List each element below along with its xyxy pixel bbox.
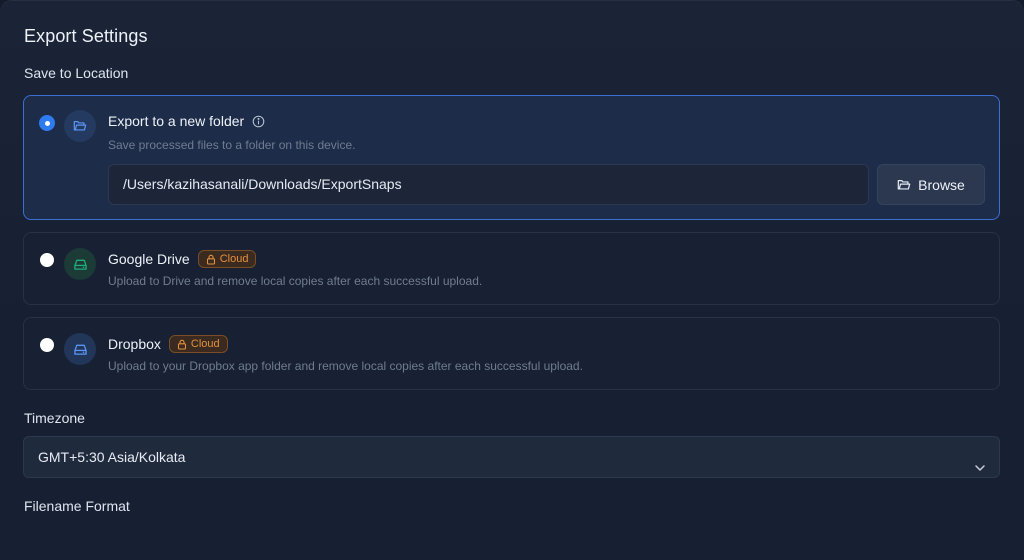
option-description: Upload to your Dropbox app folder and re… bbox=[108, 359, 583, 373]
option-description: Save processed files to a folder on this… bbox=[108, 138, 356, 152]
timezone-value: GMT+5:30 Asia/Kolkata bbox=[38, 449, 186, 465]
lock-icon bbox=[206, 254, 216, 265]
option-title: Google Drive Cloud bbox=[108, 250, 257, 268]
cloud-badge: Cloud bbox=[197, 250, 257, 268]
option-title-text: Export to a new folder bbox=[108, 113, 245, 129]
browse-label: Browse bbox=[918, 176, 965, 193]
drive-icon bbox=[64, 248, 96, 280]
option-dropbox[interactable]: Dropbox Cloud Upload to your Dropbox app… bbox=[23, 317, 1000, 390]
export-settings-panel: Export Settings Save to Location Export … bbox=[0, 0, 1024, 560]
timezone-select[interactable]: GMT+5:30 Asia/Kolkata bbox=[23, 436, 1000, 478]
info-icon[interactable] bbox=[252, 115, 265, 128]
folder-open-icon bbox=[897, 178, 911, 192]
chevron-down-icon bbox=[973, 450, 987, 490]
radio-google-drive[interactable] bbox=[40, 253, 54, 267]
filename-format-label: Filename Format bbox=[24, 498, 130, 514]
badge-label: Cloud bbox=[219, 253, 249, 265]
option-title: Export to a new folder bbox=[108, 113, 265, 129]
save-location-label: Save to Location bbox=[24, 65, 129, 81]
option-title: Dropbox Cloud bbox=[108, 335, 228, 353]
cloud-badge: Cloud bbox=[168, 335, 228, 353]
radio-new-folder[interactable] bbox=[40, 116, 54, 130]
option-google-drive[interactable]: Google Drive Cloud Upload to Drive and r… bbox=[23, 232, 1000, 305]
radio-dropbox[interactable] bbox=[40, 338, 54, 352]
option-new-folder[interactable]: Export to a new folder Save processed fi… bbox=[23, 95, 1000, 220]
option-title-text: Dropbox bbox=[108, 336, 161, 352]
browse-button[interactable]: Browse bbox=[877, 164, 985, 205]
folder-icon bbox=[64, 110, 96, 142]
badge-label: Cloud bbox=[190, 338, 220, 350]
timezone-label: Timezone bbox=[24, 410, 85, 426]
page-title: Export Settings bbox=[24, 26, 148, 46]
lock-icon bbox=[177, 339, 187, 350]
option-description: Upload to Drive and remove local copies … bbox=[108, 274, 483, 288]
option-title-text: Google Drive bbox=[108, 251, 190, 267]
drive-icon bbox=[64, 333, 96, 365]
folder-path-input[interactable]: /Users/kazihasanali/Downloads/ExportSnap… bbox=[108, 164, 869, 205]
